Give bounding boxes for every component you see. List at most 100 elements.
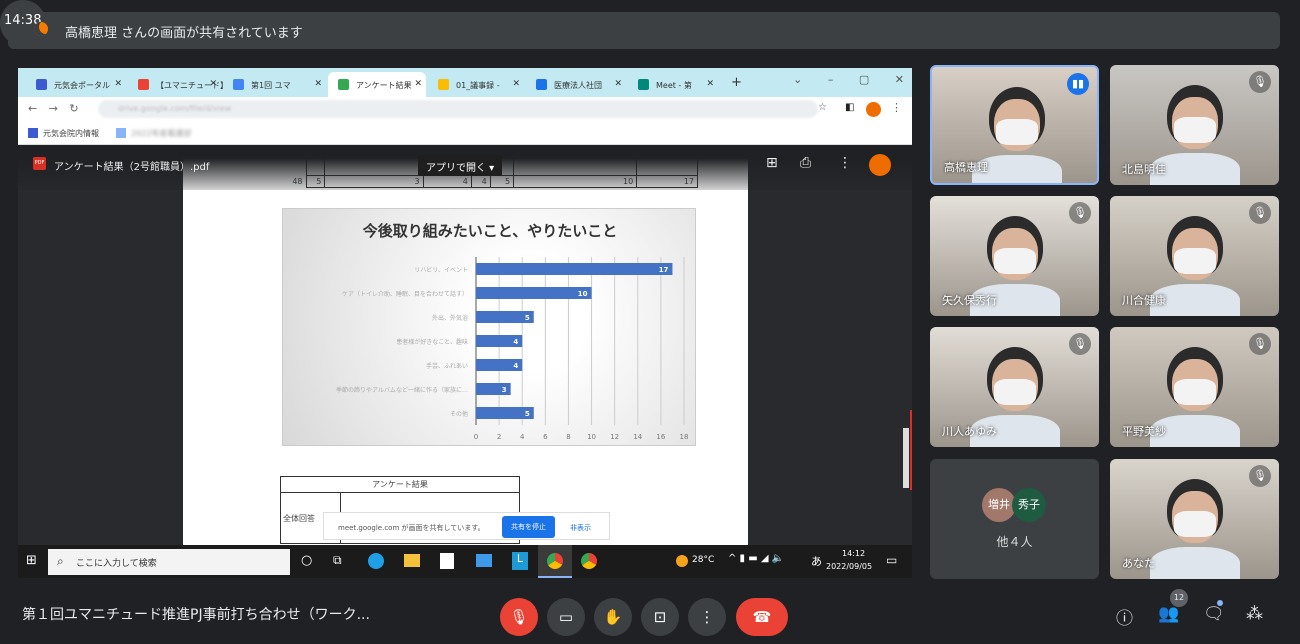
participant-name: 平野美紗 [1122,425,1166,438]
x-tick-label: 0 [474,433,478,441]
browser-tab[interactable]: 01_議事録 - ✕ [428,72,524,97]
mail-icon[interactable] [476,554,492,567]
tab-label: 第1回 ユマ [251,81,291,90]
participant-tile[interactable]: 川合健康 🎙 [1110,196,1279,316]
chrome-active-task[interactable] [538,545,572,578]
bar-value-label: 4 [513,338,518,346]
camera-button[interactable]: ▭ [547,598,585,636]
browser-tab[interactable]: 医療法人社団 ✕ [526,72,626,97]
more-icon[interactable]: ⋮ [838,155,852,171]
store-icon[interactable] [440,553,454,569]
windows-start-icon[interactable]: ⊞ [26,553,37,568]
browser-tab[interactable]: 元気会ポータル ✕ [26,72,126,97]
close-tab-icon[interactable]: ✕ [314,79,322,89]
present-button[interactable]: ⊡ [641,598,679,636]
taskbar-time: 14:12 [842,549,866,558]
print-icon[interactable]: ⎙ [800,155,811,171]
close-tab-icon[interactable]: ✕ [706,79,714,89]
favicon-icon [536,79,547,90]
chrome-icon[interactable] [581,553,597,569]
shared-screen: 元気会ポータル ✕ 【ユマニチュード】 ✕ 第1回 ユマ ✕ アンケート結果 ✕ 01_議事録 … [18,68,912,545]
bookmark-2[interactable]: 2022年度看護部 [131,128,191,139]
stop-sharing-button[interactable]: 共有を停止 [502,516,555,538]
participant-tile[interactable]: 平野美紗 🎙 [1110,327,1279,447]
taskbar-search[interactable]: ⌕ ここに入力して検索 [48,549,290,575]
close-tab-icon[interactable]: ✕ [614,79,622,89]
explorer-icon[interactable] [404,554,420,567]
activities-icon[interactable]: ⁂ [1246,604,1263,624]
close-tab-icon[interactable]: ✕ [209,79,217,89]
people-icon[interactable]: 👥 [1158,604,1179,624]
nav-buttons[interactable]: ← → ↻ [28,102,79,115]
task-view-icon[interactable]: ⧉ [333,553,342,568]
participant-tile[interactable]: 北島明佳 🎙 [1110,65,1279,185]
mic-off-icon: 🎙 [1069,333,1091,355]
bar-value-label: 10 [578,290,588,298]
browser-tab[interactable]: 【ユマニチュード】 ✕ [128,72,228,97]
hide-button[interactable]: 非表示 [570,523,591,533]
mic-off-icon: 🎙 [1249,202,1271,224]
x-tick-label: 16 [656,433,665,441]
window-controls[interactable]: ⌄ – ▢ ✕ [793,73,904,86]
favicon-icon [338,79,349,90]
category-label: 外出、外気浴 [432,314,468,322]
url-input[interactable]: drive.google.com/file/d/view [98,100,818,118]
banner-text: 高橋恵理 さんの画面が共有されています [65,26,303,41]
x-tick-label: 8 [566,433,570,441]
category-label: その他 [450,410,468,418]
add-comment-icon[interactable]: ⊞ [766,155,778,171]
participant-name: 矢久保秀行 [942,294,997,307]
sidepanel-icon[interactable]: ◧ [845,102,854,113]
favicon-icon [36,79,47,90]
star-icon[interactable]: ☆ [818,102,827,113]
address-bar-row: ← → ↻ drive.google.com/file/d/view ☆ ◧ ⋮ [18,97,912,121]
more-options-button[interactable]: ⋮ [688,598,726,636]
participant-tile[interactable]: 高橋恵理 ▮▮ [930,65,1099,185]
bookmark-icon [116,128,126,138]
new-tab-button[interactable]: + [731,75,742,90]
info-icon[interactable]: ⓘ [1116,604,1133,629]
mic-off-icon: 🎙 [1249,465,1271,487]
bar-chart: 今後取り組みたいこと、やりたいこと 0 2 4 6 8 10 12 14 16 18 17 リハビリ、イ… [282,208,696,446]
category-label: 季節の飾りやアルバムなど一緒に作る（家族に… [336,386,468,394]
menu-icon[interactable]: ⋮ [891,101,902,114]
favicon-icon [438,79,449,90]
bookmark-icon [28,128,38,138]
cortana-icon[interactable]: ○ [301,553,312,568]
favicon-icon [138,79,149,90]
browser-tab[interactable]: アンケート結果 ✕ [328,72,426,97]
close-tab-icon[interactable]: ✕ [512,79,520,89]
profile-avatar[interactable] [866,102,881,117]
others-count: 他４人 [996,535,1033,549]
open-with-app-button[interactable]: アプリで開く ▾ [418,155,503,176]
others-tile[interactable]: 増井 秀子 他４人 [930,459,1099,579]
search-icon: ⌕ [57,554,64,568]
browser-tab[interactable]: 第1回 ユマ ✕ [223,72,326,97]
bar-value-label: 17 [659,266,669,274]
participant-tile[interactable]: 川人あゆみ 🎙 [930,327,1099,447]
mic-off-icon: 🎙 [1069,202,1091,224]
bookmark-1[interactable]: 元気会院内情報 [43,128,99,139]
scrollbar[interactable] [903,428,909,488]
tray-icons[interactable]: ^ ▮ ▬ ◢ 🔈 [728,553,784,564]
leave-call-button[interactable]: ☎ [736,598,788,636]
close-tab-icon[interactable]: ✕ [114,79,122,89]
notification-icon[interactable]: ▭ [886,553,897,567]
raise-hand-button[interactable]: ✋ [594,598,632,636]
meeting-title: 第１回ユマニチュード推進PJ事前打ち合わせ（ワーク... [22,607,370,623]
chat-icon[interactable]: 🗨 [1203,604,1225,624]
participant-tile[interactable]: あなた 🎙 [1110,459,1279,579]
user-avatar[interactable] [869,154,891,176]
app-l-icon[interactable]: L [512,552,528,570]
close-tab-icon[interactable]: ✕ [414,79,422,89]
avatar: 秀子 [1012,488,1046,522]
browser-tab[interactable]: Meet - 第 ✕ [628,72,718,97]
edge-icon[interactable] [368,553,384,569]
participant-name: あなた [1122,557,1155,570]
mic-off-icon: 🎙 [1249,333,1271,355]
ime-indicator[interactable]: あ [811,553,822,569]
speaking-icon: ▮▮ [1067,73,1089,95]
bookmarks-bar: 元気会院内情報 2022年度看護部 [18,121,912,145]
participant-tile[interactable]: 矢久保秀行 🎙 [930,196,1099,316]
mic-off-button[interactable]: 🎙 [500,598,538,636]
